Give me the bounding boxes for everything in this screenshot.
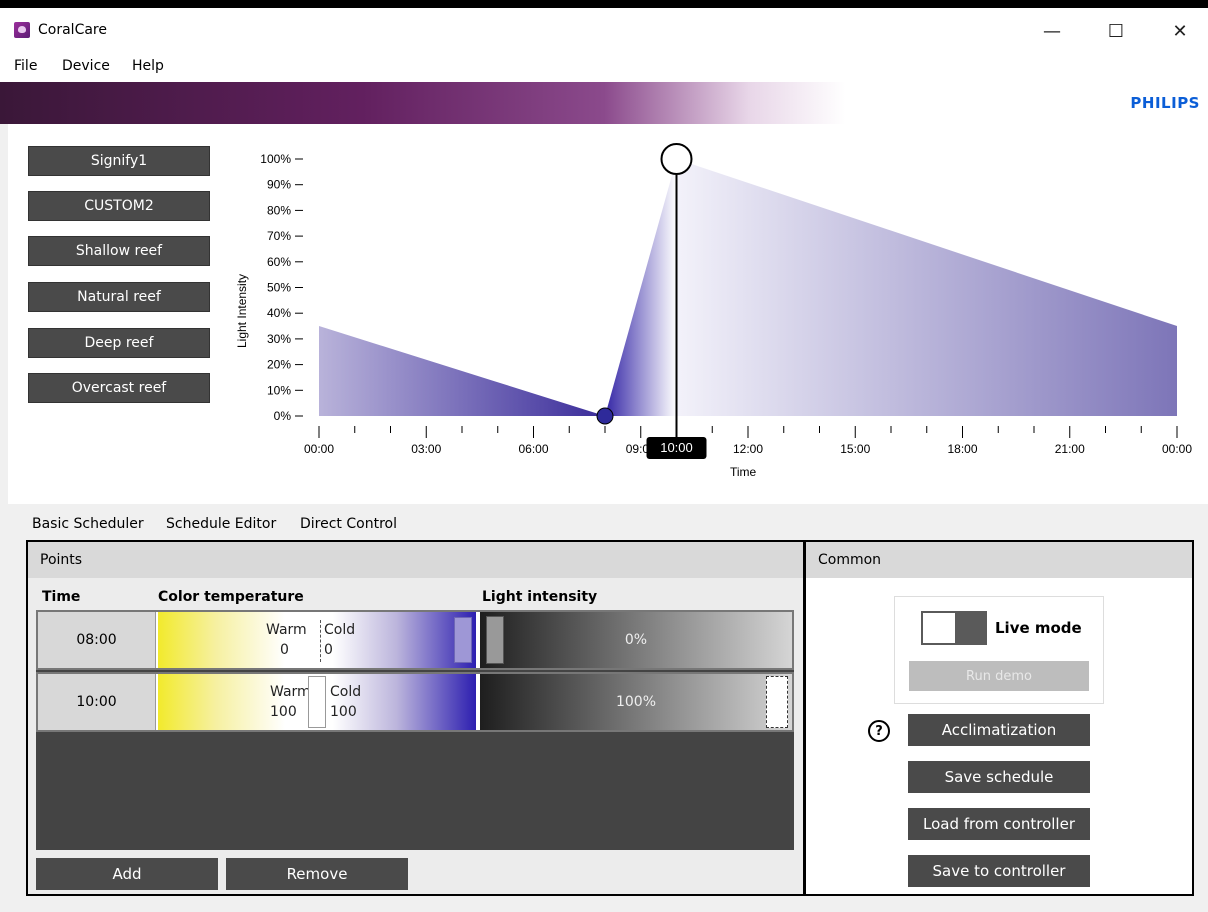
warm-label: Warm (270, 684, 311, 700)
y-axis-label: Light Intensity (235, 274, 249, 348)
add-point-button[interactable]: Add (36, 858, 218, 890)
intensity-slider[interactable]: 0% (480, 612, 792, 668)
y-tick-label: 80% (267, 203, 291, 217)
point-row[interactable]: 10:00 Warm 100 Cold 100 100% (36, 672, 794, 732)
x-tick-label: 00:00 (304, 442, 334, 456)
intensity-area (676, 159, 1177, 416)
light-intensity-column-header: Light intensity (482, 589, 598, 605)
y-axis: 0% 10% 20% 30% 40% 50% 60% 70% 80% 90% 100% (260, 152, 303, 423)
points-panel: Points Time Color temperature Light inte… (26, 540, 804, 896)
tab-direct-control[interactable]: Direct Control (300, 516, 397, 532)
schedule-chart-area: Signify1 CUSTOM2 Shallow reef Natural re… (8, 124, 1208, 504)
y-tick-label: 100% (260, 152, 291, 166)
intensity-slider-thumb[interactable] (486, 616, 504, 664)
tab-schedule-editor[interactable]: Schedule Editor (166, 516, 276, 532)
warm-label: Warm (266, 622, 307, 638)
menu-bar: File Device Help (0, 52, 1208, 82)
x-tick-label: 18:00 (947, 442, 977, 456)
y-tick-label: 60% (267, 255, 291, 269)
x-tick-label: 12:00 (733, 442, 763, 456)
close-button[interactable]: ✕ (1158, 16, 1202, 46)
minimize-button[interactable]: — (1030, 16, 1074, 46)
intensity-area (605, 159, 677, 416)
live-mode-label: Live mode (995, 619, 1082, 637)
save-to-controller-button[interactable]: Save to controller (908, 855, 1090, 887)
y-tick-label: 50% (267, 281, 291, 295)
maximize-button[interactable]: ☐ (1094, 16, 1138, 46)
cold-label: Cold (330, 684, 362, 700)
light-intensity-chart[interactable]: 0% 10% 20% 30% 40% 50% 60% 70% 80% 90% 100% 00:00 0… (8, 124, 1208, 504)
cold-value: 0 (324, 642, 333, 658)
brand-banner: PHILIPS (0, 82, 1208, 124)
help-icon[interactable]: ? (868, 720, 890, 742)
cold-value: 100 (330, 704, 357, 720)
live-mode-toggle[interactable] (921, 611, 987, 645)
intensity-slider-thumb[interactable] (766, 676, 788, 728)
philips-logo: PHILIPS (1130, 94, 1200, 112)
points-panel-title: Points (28, 542, 803, 578)
point-time[interactable]: 10:00 (38, 674, 156, 730)
color-slider-thumb[interactable] (308, 676, 326, 728)
save-schedule-button[interactable]: Save schedule (908, 761, 1090, 793)
point-time[interactable]: 08:00 (38, 612, 156, 668)
y-tick-label: 20% (267, 358, 291, 372)
warm-cold-divider (320, 620, 321, 662)
x-axis-label: Time (730, 465, 757, 479)
y-tick-label: 30% (267, 332, 291, 346)
intensity-value: 100% (615, 694, 657, 710)
x-tick-label: 06:00 (518, 442, 548, 456)
color-temperature-column-header: Color temperature (158, 589, 304, 605)
menu-device[interactable]: Device (62, 58, 110, 74)
cold-label: Cold (324, 622, 356, 638)
intensity-slider[interactable]: 100% (480, 674, 792, 730)
schedule-point-handle[interactable] (660, 143, 693, 175)
load-from-controller-button[interactable]: Load from controller (908, 808, 1090, 840)
acclimatization-button[interactable]: Acclimatization (908, 714, 1090, 746)
y-tick-label: 70% (267, 229, 291, 243)
app-icon (14, 22, 30, 38)
intensity-area (319, 326, 605, 416)
x-tick-label: 03:00 (411, 442, 441, 456)
color-temperature-slider[interactable]: Warm 100 Cold 100 (158, 674, 476, 730)
x-tick-label: 21:00 (1055, 442, 1085, 456)
color-slider-thumb[interactable] (454, 617, 472, 663)
tab-basic-scheduler[interactable]: Basic Scheduler (32, 516, 144, 532)
selected-time-label: 10:00 (660, 440, 693, 455)
warm-value: 0 (280, 642, 289, 658)
window-top-border (0, 0, 1208, 8)
warm-value: 100 (270, 704, 297, 720)
color-temperature-slider[interactable]: Warm 0 Cold 0 (158, 612, 476, 668)
common-panel: Common Live mode Run demo ? Acclimatizat… (804, 540, 1194, 896)
title-bar: CoralCare — ☐ ✕ (0, 8, 1208, 52)
run-demo-button[interactable]: Run demo (909, 661, 1089, 691)
window-title: CoralCare (38, 22, 107, 38)
toggle-knob (923, 613, 955, 643)
y-tick-label: 40% (267, 306, 291, 320)
menu-file[interactable]: File (14, 58, 37, 74)
y-tick-label: 10% (267, 383, 291, 397)
point-row[interactable]: 08:00 Warm 0 Cold 0 0% (36, 610, 794, 670)
y-tick-label: 90% (267, 178, 291, 192)
intensity-value: 0% (624, 632, 648, 648)
x-axis: 00:00 03:00 06:00 09:00 12:00 15:00 18:00 21:00… (304, 426, 1192, 456)
y-tick-label: 0% (274, 409, 292, 423)
time-column-header: Time (42, 589, 81, 605)
menu-help[interactable]: Help (132, 58, 164, 74)
schedule-point-handle[interactable] (596, 407, 614, 425)
x-tick-label: 00:00 (1162, 442, 1192, 456)
live-mode-box: Live mode Run demo (894, 596, 1104, 704)
chart-areas (319, 159, 1177, 416)
remove-point-button[interactable]: Remove (226, 858, 408, 890)
x-tick-label: 15:00 (840, 442, 870, 456)
points-list: 08:00 Warm 0 Cold 0 0% 10:00 Warm 100 Co… (36, 610, 794, 850)
common-panel-title: Common (806, 542, 1192, 578)
